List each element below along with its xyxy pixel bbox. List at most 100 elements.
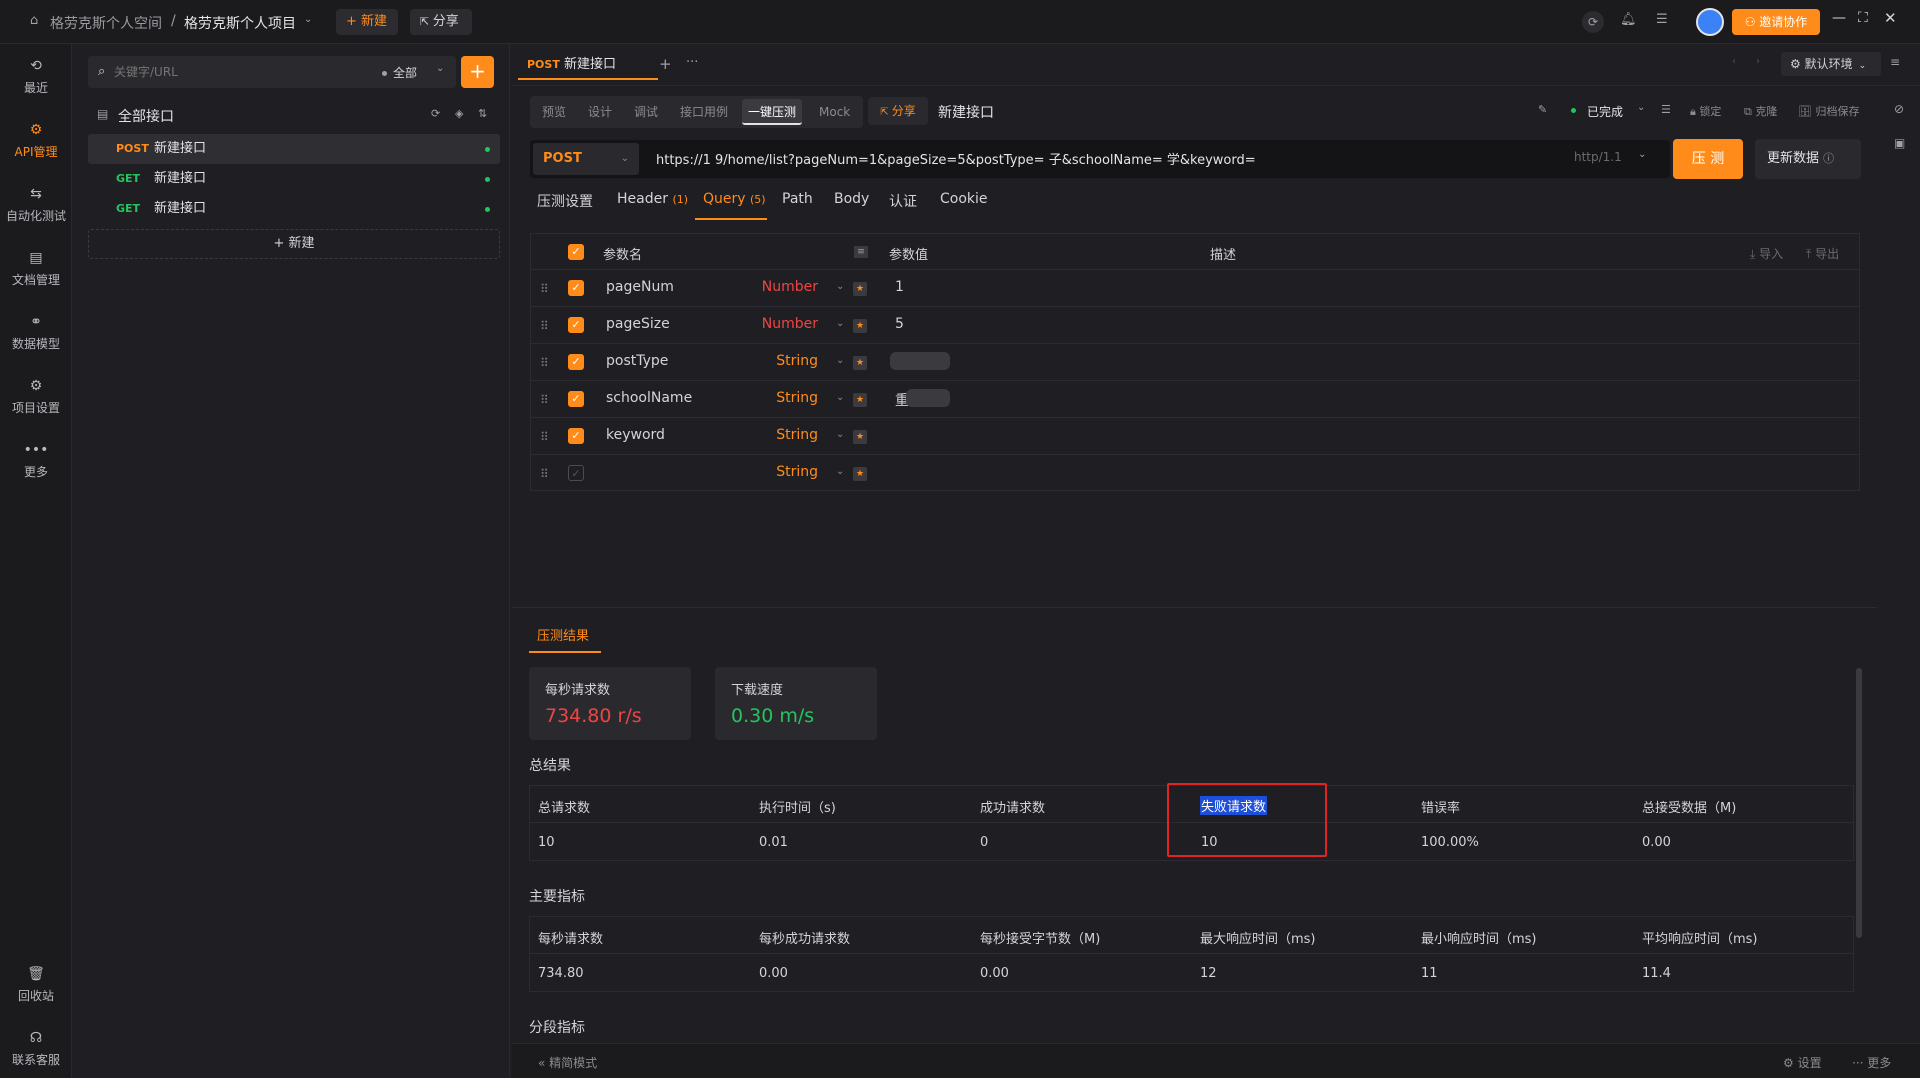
clone-button[interactable]: ⧉ 克隆 bbox=[1744, 103, 1777, 119]
param-name[interactable]: schoolName bbox=[606, 390, 692, 406]
row-checkbox[interactable]: ✓ bbox=[568, 465, 584, 481]
api-title[interactable]: 新建接口 bbox=[938, 102, 994, 122]
env-select[interactable]: ⚙ 默认环境 ⌄ bbox=[1781, 52, 1881, 76]
sort-icon[interactable]: ⇅ bbox=[478, 107, 487, 120]
row-checkbox[interactable]: ✓ bbox=[568, 354, 584, 370]
param-type[interactable]: Number bbox=[728, 316, 818, 332]
sync-icon[interactable]: ⟳ bbox=[1582, 11, 1604, 33]
row-checkbox[interactable]: ✓ bbox=[568, 428, 584, 444]
drag-handle-icon[interactable]: ⠿ bbox=[540, 282, 549, 296]
param-value[interactable]: 5 bbox=[895, 316, 904, 332]
menu-icon[interactable]: ≡ bbox=[1890, 55, 1900, 69]
more-tabs-icon[interactable]: ··· bbox=[686, 55, 698, 70]
tree-root[interactable]: 全部接口 bbox=[118, 106, 174, 126]
share-button[interactable]: ⇱ 分享 bbox=[410, 9, 472, 35]
chevron-right-icon[interactable]: › bbox=[1756, 56, 1760, 67]
import-button[interactable]: ⤓ 导入 bbox=[1750, 245, 1783, 262]
help-circle-icon[interactable]: ⊘ bbox=[1894, 102, 1904, 116]
select-all-checkbox[interactable]: ✓ bbox=[568, 244, 584, 260]
param-value[interactable]: 1 bbox=[895, 279, 904, 295]
search-box[interactable]: ⌕ 全部 ⌄ bbox=[88, 56, 456, 88]
footer-more-button[interactable]: ··· 更多 bbox=[1852, 1054, 1891, 1071]
row-checkbox[interactable]: ✓ bbox=[568, 280, 584, 296]
param-name[interactable]: pageNum bbox=[606, 279, 674, 295]
filter-select[interactable]: 全部 bbox=[393, 64, 417, 81]
row-checkbox[interactable]: ✓ bbox=[568, 391, 584, 407]
subtab-auth[interactable]: 认证 bbox=[889, 191, 917, 211]
subtab-stress-settings[interactable]: 压测设置 bbox=[537, 191, 593, 211]
drag-handle-icon[interactable]: ⠿ bbox=[540, 356, 549, 370]
share-api-button[interactable]: ⇱ 分享 bbox=[868, 97, 928, 125]
param-type[interactable]: String bbox=[728, 464, 818, 480]
required-icon[interactable]: ★ bbox=[853, 282, 867, 296]
chevron-down-icon[interactable]: ⌄ bbox=[436, 63, 444, 74]
chevron-left-icon[interactable]: ‹ bbox=[1732, 56, 1736, 67]
message-icon[interactable]: ☰ bbox=[1656, 12, 1668, 27]
mode-tab-mock[interactable]: Mock bbox=[813, 99, 856, 125]
new-button[interactable]: + 新建 bbox=[336, 9, 398, 35]
minimize-icon[interactable]: — bbox=[1832, 10, 1846, 26]
avatar[interactable] bbox=[1696, 8, 1724, 36]
new-api-button[interactable]: + 新建 bbox=[88, 229, 500, 259]
required-icon[interactable]: ★ bbox=[853, 356, 867, 370]
search-input[interactable] bbox=[114, 62, 354, 82]
tab-api[interactable]: POST 新建接口 bbox=[518, 50, 658, 80]
mode-tab-preview[interactable]: 预览 bbox=[536, 99, 572, 125]
rail-item-data-model[interactable]: ⚭ 数据模型 bbox=[0, 314, 72, 352]
results-scrollbar[interactable] bbox=[1856, 668, 1862, 938]
drag-handle-icon[interactable]: ⠿ bbox=[540, 319, 549, 333]
drag-handle-icon[interactable]: ⠿ bbox=[540, 430, 549, 444]
close-icon[interactable]: ✕ bbox=[1884, 9, 1897, 27]
archive-button[interactable]: 🗄︎ 归档保存 bbox=[1798, 103, 1859, 119]
bulk-edit-icon[interactable]: ≡ bbox=[854, 246, 868, 258]
stress-test-button[interactable]: 压 测 bbox=[1673, 139, 1743, 179]
update-data-button[interactable]: 更新数据 ⓘ bbox=[1755, 139, 1861, 179]
results-tab[interactable]: 压测结果 bbox=[537, 625, 589, 644]
locate-icon[interactable]: ◈ bbox=[455, 107, 463, 120]
chevron-down-icon[interactable]: ⌄ bbox=[1637, 102, 1645, 113]
panel-divider[interactable] bbox=[512, 607, 1877, 608]
add-api-button[interactable]: + bbox=[461, 56, 494, 88]
required-icon[interactable]: ★ bbox=[853, 319, 867, 333]
maximize-icon[interactable]: ⛶ bbox=[1858, 10, 1868, 26]
drag-handle-icon[interactable]: ⠿ bbox=[540, 467, 549, 481]
export-button[interactable]: ⤒ 导出 bbox=[1806, 245, 1839, 262]
rail-item-more[interactable]: ••• 更多 bbox=[0, 442, 72, 480]
rail-item-support[interactable]: ☊ 联系客服 bbox=[0, 1030, 72, 1068]
edit-icon[interactable]: ✎ bbox=[1538, 103, 1547, 116]
protocol-select[interactable]: http/1.1 bbox=[1574, 150, 1622, 164]
method-select[interactable]: POST ⌄ bbox=[533, 143, 639, 175]
param-type[interactable]: String bbox=[728, 427, 818, 443]
chevron-down-icon[interactable]: ⌄ bbox=[836, 355, 844, 366]
url-input[interactable]: https://1 9/home/list?pageNum=1&pageSize… bbox=[656, 149, 1556, 169]
chevron-down-icon[interactable]: ⌄ bbox=[836, 318, 844, 329]
mode-tab-design[interactable]: 设计 bbox=[582, 99, 618, 125]
invite-button[interactable]: ⚇ 邀请协作 bbox=[1732, 9, 1820, 35]
chevron-down-icon[interactable]: ⌄ bbox=[1638, 149, 1646, 160]
rail-item-docs[interactable]: ▤ 文档管理 bbox=[0, 250, 72, 288]
rail-item-automation[interactable]: ⇆ 自动化测试 bbox=[0, 186, 72, 224]
subtab-header[interactable]: Header (1) bbox=[617, 191, 688, 207]
param-type[interactable]: Number bbox=[728, 279, 818, 295]
status-select[interactable]: 已完成 bbox=[1587, 103, 1623, 120]
row-checkbox[interactable]: ✓ bbox=[568, 317, 584, 333]
drag-handle-icon[interactable]: ⠿ bbox=[540, 393, 549, 407]
mode-tab-debug[interactable]: 调试 bbox=[628, 99, 664, 125]
required-icon[interactable]: ★ bbox=[853, 467, 867, 481]
chevron-down-icon[interactable]: ⌄ bbox=[304, 14, 312, 25]
mode-tab-stress[interactable]: 一键压测 bbox=[742, 99, 803, 125]
lock-button[interactable]: 🔒︎ 锁定 bbox=[1690, 103, 1721, 119]
required-icon[interactable]: ★ bbox=[853, 393, 867, 407]
api-list-item[interactable]: GET 新建接口 bbox=[88, 194, 500, 224]
footer-settings-button[interactable]: ⚙ 设置 bbox=[1783, 1054, 1822, 1071]
param-type[interactable]: String bbox=[728, 390, 818, 406]
rail-item-trash[interactable]: 🗑︎ 回收站 bbox=[0, 966, 72, 1004]
subtab-cookie[interactable]: Cookie bbox=[940, 191, 988, 207]
compact-mode-button[interactable]: « 精简模式 bbox=[538, 1054, 597, 1071]
chevron-down-icon[interactable]: ⌄ bbox=[836, 392, 844, 403]
home-icon[interactable]: ⌂ bbox=[30, 13, 38, 28]
bell-icon[interactable]: 🔔︎ bbox=[1620, 12, 1637, 27]
refresh-icon[interactable]: ⟳ bbox=[431, 107, 440, 120]
chevron-down-icon[interactable]: ⌄ bbox=[836, 281, 844, 292]
rail-item-api[interactable]: ⚙ API管理 bbox=[0, 122, 72, 160]
